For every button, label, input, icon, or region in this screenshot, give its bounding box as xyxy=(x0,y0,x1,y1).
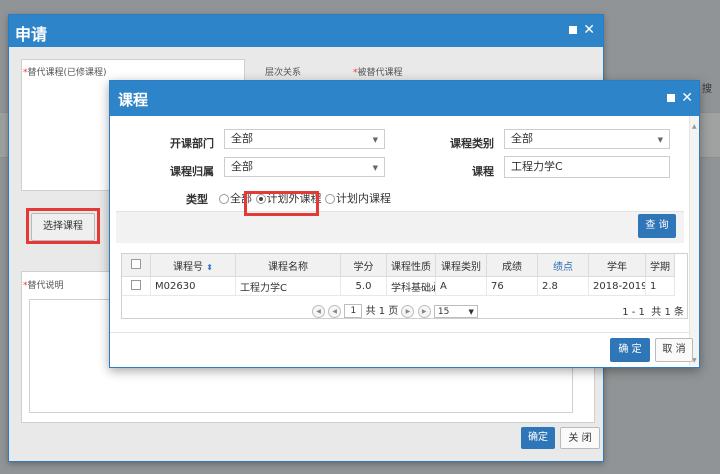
total-pages-text: 共 1 页 xyxy=(365,306,399,317)
prev-page-icon[interactable]: ◀ xyxy=(328,304,342,318)
replacing-course-label: *被替代课程 xyxy=(353,68,403,78)
close-icon[interactable]: ✕ xyxy=(681,91,693,105)
cell-nature: 学科基础必 xyxy=(386,276,436,296)
vertical-scrollbar[interactable] xyxy=(689,116,699,366)
first-page-icon[interactable]: ◀ xyxy=(312,304,325,318)
category-label: 课程类别 xyxy=(450,137,494,150)
search-button[interactable]: 查 询 xyxy=(638,214,676,238)
caret-down-icon: ▼ xyxy=(372,136,378,144)
course-dialog: 课程 ✕ ▲ ▼ 开课部门 全部 ▼ 课程类别 全部 ▼ 课程归属 全部 ▼ 课程 工… xyxy=(109,80,700,368)
apply-close-button[interactable]: 关 闭 xyxy=(560,427,600,449)
caret-down-icon: ▼ xyxy=(468,307,474,316)
level-label: 层次关系 xyxy=(265,68,302,78)
cell-credit: 5.0 xyxy=(340,276,387,296)
col-nature[interactable]: 课程性质 xyxy=(386,254,436,277)
last-page-icon[interactable]: ▶ xyxy=(417,304,431,318)
search-bar xyxy=(116,211,684,243)
scroll-up-icon[interactable]: ▲ xyxy=(692,123,697,130)
replaced-course-label: *替代课程(已修课程) xyxy=(23,68,107,78)
maximize-icon[interactable] xyxy=(667,94,676,102)
cell-course-no: M02630 xyxy=(150,276,236,296)
course-label: 课程 xyxy=(472,165,494,178)
col-score[interactable]: 成绩 xyxy=(486,254,538,277)
col-credit[interactable]: 学分 xyxy=(340,254,387,277)
cell-course-name: 工程力学C xyxy=(235,276,341,296)
apply-confirm-button[interactable]: 确定 xyxy=(521,427,555,449)
total-count-text: 共 1 条 xyxy=(651,307,684,318)
owner-label: 课程归属 xyxy=(170,165,214,178)
course-dialog-title: 课程 xyxy=(118,91,149,109)
apply-dialog-title: 申请 xyxy=(15,25,48,44)
cell-score: 76 xyxy=(486,276,538,296)
footer-divider xyxy=(110,332,689,333)
course-ok-button[interactable]: 确 定 xyxy=(610,338,650,362)
type-radio-inside-plan[interactable]: 计划内课程 xyxy=(325,192,391,205)
cell-gpa: 2.8 xyxy=(537,276,589,296)
next-page-icon[interactable]: ▶ xyxy=(401,304,415,318)
owner-select[interactable]: 全部 ▼ xyxy=(224,157,385,177)
col-gpa[interactable]: 绩点 xyxy=(537,254,589,277)
col-year[interactable]: 学年 xyxy=(588,254,646,277)
page-number-input[interactable]: 1 xyxy=(344,304,363,318)
col-course-no[interactable]: 课程号 ⬍ xyxy=(150,254,236,277)
caret-down-icon: ▼ xyxy=(657,136,663,144)
type-label: 类型 xyxy=(186,193,208,206)
range-text: 1 - 1 xyxy=(622,307,645,318)
course-input[interactable]: 工程力学C xyxy=(504,156,670,178)
dept-select[interactable]: 全部 ▼ xyxy=(224,129,385,149)
cell-year: 2018-2019 xyxy=(588,276,646,296)
course-cancel-button[interactable]: 取 消 xyxy=(655,338,693,362)
dept-label: 开课部门 xyxy=(170,137,214,150)
highlight-select-course xyxy=(26,208,100,244)
col-course-name[interactable]: 课程名称 xyxy=(235,254,341,277)
category-select[interactable]: 全部 ▼ xyxy=(504,129,670,149)
select-all-checkbox-cell[interactable] xyxy=(122,254,151,277)
cell-category: A xyxy=(435,276,487,296)
maximize-icon[interactable] xyxy=(569,26,578,34)
checkbox[interactable] xyxy=(131,279,141,290)
cell-term: 1 xyxy=(645,276,675,296)
sort-icon[interactable]: ⬍ xyxy=(206,263,213,272)
explanation-label: *替代说明 xyxy=(23,281,64,291)
row-checkbox-cell[interactable] xyxy=(122,276,151,296)
pager: ◀ ◀ 1 共 1 页 ▶ ▶ 15 ▼ 1 - 1 共 1 条 xyxy=(121,299,688,318)
course-dialog-titlebar: 课程 ✕ xyxy=(110,81,699,116)
page-size-select[interactable]: 15 ▼ xyxy=(433,304,478,318)
checkbox[interactable] xyxy=(131,258,141,269)
highlight-outside-plan-radio xyxy=(244,191,319,216)
col-term[interactable]: 学期 xyxy=(645,254,675,277)
apply-dialog-titlebar: 申请 ✕ xyxy=(9,15,603,47)
table-row[interactable]: M02630 工程力学C 5.0 学科基础必 A 76 2.8 2018-201… xyxy=(122,276,675,296)
caret-down-icon: ▼ xyxy=(372,164,378,172)
col-category[interactable]: 课程类别 xyxy=(435,254,487,277)
close-icon[interactable]: ✕ xyxy=(583,23,595,37)
